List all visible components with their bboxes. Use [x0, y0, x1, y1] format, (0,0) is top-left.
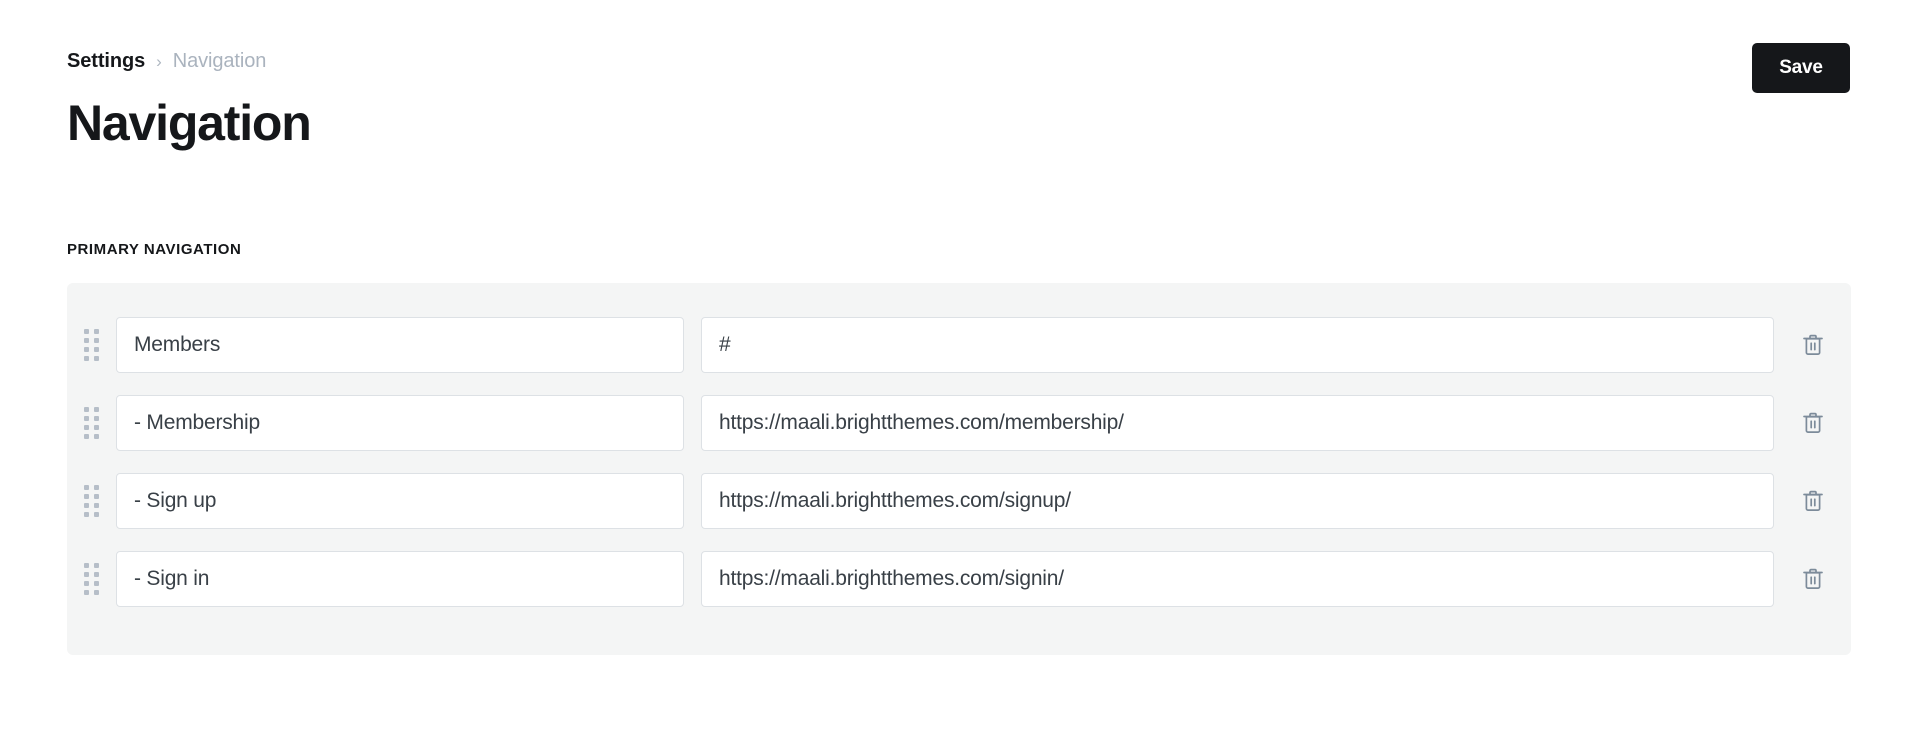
delete-cell	[1774, 473, 1851, 529]
delete-cell	[1774, 395, 1851, 451]
nav-item-row	[67, 395, 1851, 451]
delete-nav-item-button[interactable]	[1796, 406, 1830, 440]
delete-nav-item-button[interactable]	[1796, 484, 1830, 518]
drag-handle[interactable]	[67, 407, 116, 439]
nav-item-url-input[interactable]	[701, 473, 1774, 529]
nav-item-url-input[interactable]	[701, 551, 1774, 607]
delete-nav-item-button[interactable]	[1796, 328, 1830, 362]
drag-handle[interactable]	[67, 485, 116, 517]
primary-navigation-section: PRIMARY NAVIGATION	[67, 240, 1851, 655]
page-header: Settings › Navigation Navigation	[0, 0, 1920, 200]
chevron-right-icon: ›	[156, 52, 162, 71]
delete-cell	[1774, 317, 1851, 373]
drag-handle[interactable]	[67, 329, 116, 361]
breadcrumb: Settings › Navigation	[67, 48, 1850, 74]
drag-dots-icon	[84, 485, 99, 517]
nav-item-url-input[interactable]	[701, 317, 1774, 373]
breadcrumb-item-navigation: Navigation	[172, 50, 267, 72]
nav-item-label-input[interactable]	[116, 317, 684, 373]
breadcrumb-item-settings[interactable]: Settings	[67, 48, 145, 74]
nav-item-url-input[interactable]	[701, 395, 1774, 451]
nav-item-row	[67, 473, 1851, 529]
nav-item-label-input[interactable]	[116, 395, 684, 451]
drag-dots-icon	[84, 407, 99, 439]
drag-handle[interactable]	[67, 563, 116, 595]
trash-icon	[1802, 412, 1823, 433]
nav-item-label-input[interactable]	[116, 551, 684, 607]
nav-item-label-input[interactable]	[116, 473, 684, 529]
delete-nav-item-button[interactable]	[1796, 562, 1830, 596]
page-title: Navigation	[67, 95, 312, 151]
drag-dots-icon	[84, 563, 99, 595]
save-button[interactable]: Save	[1752, 43, 1850, 93]
navigation-settings-page: Settings › Navigation Navigation Save PR…	[0, 0, 1920, 742]
section-label-primary-navigation: PRIMARY NAVIGATION	[67, 241, 242, 258]
trash-icon	[1802, 568, 1823, 589]
delete-cell	[1774, 551, 1851, 607]
navigation-items-panel	[67, 283, 1851, 655]
nav-item-row	[67, 551, 1851, 607]
trash-icon	[1802, 334, 1823, 355]
drag-dots-icon	[84, 329, 99, 361]
nav-item-row	[67, 317, 1851, 373]
trash-icon	[1802, 490, 1823, 511]
